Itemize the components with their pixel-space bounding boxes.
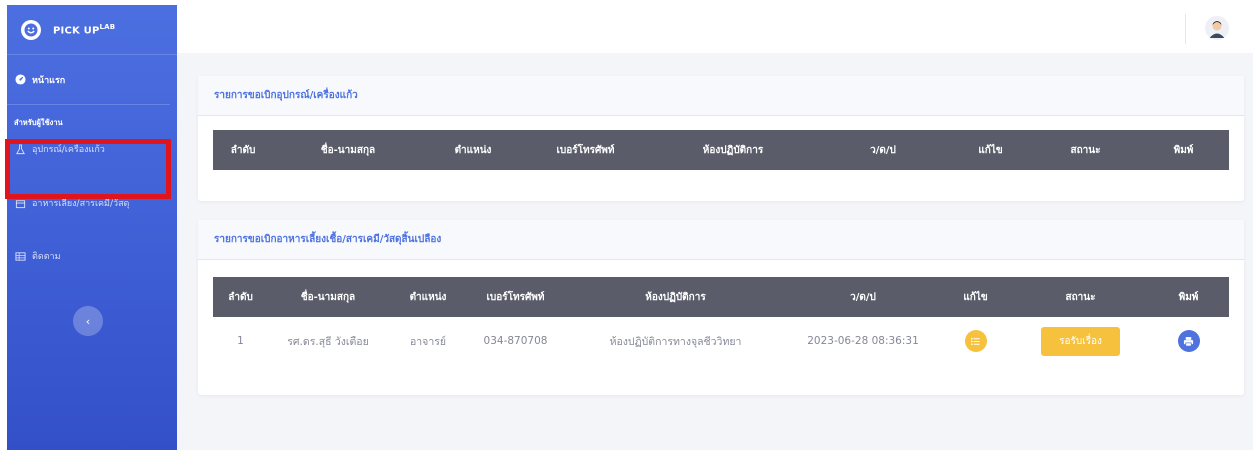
- column-header: ตำแหน่ง: [454, 144, 492, 156]
- sidebar-section-heading: สำหรับผู้ใช้งาน: [14, 118, 63, 127]
- row-phone: 034-870708: [483, 335, 548, 347]
- card-header: รายการขอเบิกอาหารเลี้ยงเชื้อ/สารเคมี/วัส…: [198, 220, 1244, 260]
- table-row: 1 รศ.ดร.สุธี วังเตือย อาจารย์ 034-870708…: [213, 317, 1229, 365]
- row-lab: ห้องปฏิบัติการทางจุลชีววิทยา: [609, 335, 742, 348]
- column-header: สถานะ: [1065, 291, 1096, 303]
- column-header: ว/ด/ป: [850, 291, 876, 303]
- sidebar-item-label: ติดตาม: [32, 252, 61, 262]
- topbar: [177, 5, 1253, 53]
- row-name: รศ.ดร.สุธี วังเตือย: [287, 335, 369, 348]
- table-header: ลำดับ ชื่อ-นามสกุล ตำแหน่ง เบอร์โทรศัพท์…: [213, 130, 1229, 170]
- brand-name: PICK UPLAB: [53, 22, 116, 37]
- chevron-left-icon: ‹: [85, 314, 91, 328]
- sidebar: PICK UPLAB หน้าแรก สำหรับผู้ใช้งาน อุปกร…: [7, 5, 177, 450]
- smile-logo-icon: [21, 19, 41, 40]
- column-header: ลำดับ: [228, 291, 253, 303]
- avatar[interactable]: [1205, 16, 1229, 40]
- supplies-requests-table: ลำดับ ชื่อ-นามสกุล ตำแหน่ง เบอร์โทรศัพท์…: [213, 277, 1229, 365]
- equipment-requests-table: ลำดับ ชื่อ-นามสกุล ตำแหน่ง เบอร์โทรศัพท์…: [213, 130, 1229, 170]
- column-header: ว/ด/ป: [870, 144, 896, 156]
- row-position: อาจารย์: [409, 335, 447, 348]
- row-number: 1: [237, 335, 244, 347]
- print-icon: [1183, 336, 1194, 346]
- list-icon: [971, 337, 980, 345]
- table-icon: [14, 250, 26, 262]
- column-header: เบอร์โทรศัพท์: [486, 291, 545, 303]
- column-header: ลำดับ: [230, 144, 256, 156]
- column-header: แก้ไข: [978, 144, 1003, 156]
- column-header: แก้ไข: [963, 291, 988, 303]
- sidebar-collapse-button[interactable]: ‹: [73, 306, 103, 336]
- row-edit-cell: [938, 330, 1013, 352]
- sidebar-item-home[interactable]: หน้าแรก: [7, 55, 170, 105]
- column-header: ห้องปฏิบัติการ: [645, 291, 706, 303]
- column-header: ห้องปฏิบัติการ: [702, 144, 764, 156]
- column-header: ชื่อ-นามสกุล: [300, 291, 356, 303]
- user-avatar-icon: [1205, 16, 1229, 40]
- edit-button[interactable]: [964, 330, 987, 352]
- brand[interactable]: PICK UPLAB: [7, 5, 177, 55]
- row-print-cell: [1148, 330, 1229, 352]
- main-content: รายการขอเบิกอุปกรณ์/เครื่องแก้ว ลำดับ ชื…: [177, 53, 1253, 450]
- column-header: พิมพ์: [1173, 144, 1194, 156]
- topbar-divider: [1185, 14, 1186, 44]
- supplies-requests-card: รายการขอเบิกอาหารเลี้ยงเชื้อ/สารเคมี/วัส…: [198, 220, 1244, 395]
- card-title: รายการขอเบิกอุปกรณ์/เครื่องแก้ว: [214, 90, 358, 101]
- sidebar-item-tracking[interactable]: ติดตาม: [7, 233, 177, 279]
- dashboard-icon: [14, 74, 26, 86]
- card-header: รายการขอเบิกอุปกรณ์/เครื่องแก้ว: [198, 76, 1244, 116]
- column-header: ชื่อ-นามสกุล: [320, 144, 376, 156]
- column-header: พิมพ์: [1178, 291, 1199, 303]
- row-status-cell: รอรับเรื่อง: [1013, 326, 1148, 356]
- row-date: 2023-06-28 08:36:31: [807, 335, 919, 347]
- sidebar-item-label: หน้าแรก: [32, 75, 66, 86]
- status-button[interactable]: รอรับเรื่อง: [1041, 326, 1120, 356]
- column-header: เบอร์โทรศัพท์: [556, 144, 615, 156]
- table-header: ลำดับ ชื่อ-นามสกุล ตำแหน่ง เบอร์โทรศัพท์…: [213, 277, 1229, 317]
- column-header: สถานะ: [1070, 144, 1101, 156]
- equipment-requests-card: รายการขอเบิกอุปกรณ์/เครื่องแก้ว ลำดับ ชื…: [198, 76, 1244, 201]
- print-button[interactable]: [1177, 330, 1200, 352]
- card-title: รายการขอเบิกอาหารเลี้ยงเชื้อ/สารเคมี/วัส…: [214, 234, 442, 245]
- highlight-annotation: [5, 139, 171, 199]
- column-header: ตำแหน่ง: [409, 291, 447, 303]
